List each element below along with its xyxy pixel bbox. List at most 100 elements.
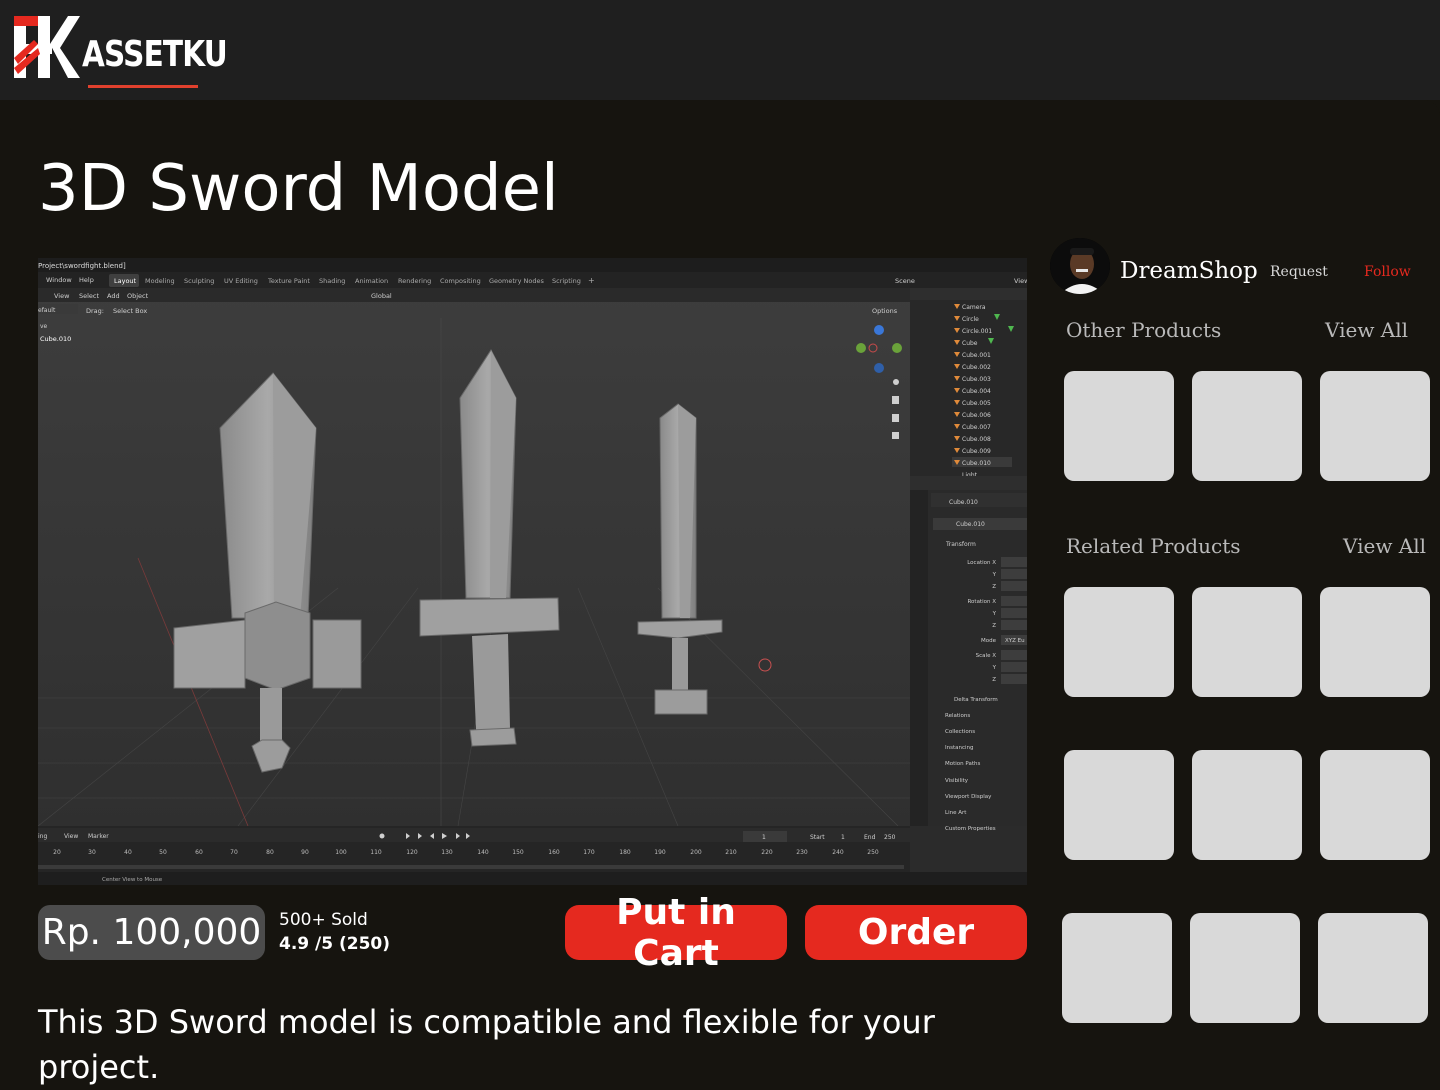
properties-object-name: Cube.010 [949, 499, 978, 506]
workspace-tab: Scripting [552, 277, 581, 285]
workspace-tab: Geometry Nodes [489, 277, 544, 285]
rotation-mode-value: XYZ Eu [1005, 638, 1025, 644]
related-products-view-all[interactable]: View All [1343, 534, 1426, 558]
product-card[interactable] [1320, 587, 1430, 697]
svg-text:Cube.009: Cube.009 [962, 448, 991, 455]
workspace-tab: UV Editing [224, 277, 258, 285]
timeline-menu: ing [38, 833, 47, 840]
blender-menu-help: Help [79, 276, 94, 284]
svg-text:240: 240 [832, 849, 844, 856]
transform-panel-header: Transform [945, 541, 976, 548]
product-card[interactable] [1064, 371, 1174, 481]
workspace-tab: Compositing [440, 277, 481, 285]
panel-header: Collections [945, 729, 975, 735]
svg-text:Z: Z [992, 584, 996, 590]
svg-text:Cube.002: Cube.002 [962, 364, 991, 371]
svg-text:Cube.001: Cube.001 [962, 352, 991, 359]
svg-text:40: 40 [124, 849, 132, 856]
frame-end-value: 250 [884, 834, 896, 841]
blender-menu-window: Window [46, 276, 72, 284]
svg-text:Cube.006: Cube.006 [962, 412, 991, 419]
svg-text:Z: Z [992, 677, 996, 683]
current-frame: 1 [762, 834, 766, 841]
svg-text:Cube.010: Cube.010 [962, 460, 991, 467]
svg-text:160: 160 [548, 849, 560, 856]
svg-text:200: 200 [690, 849, 702, 856]
put-in-cart-button[interactable]: Put in Cart [565, 892, 787, 974]
workspace-tab: Modeling [145, 277, 175, 285]
seller-name[interactable]: DreamShop [1120, 258, 1258, 284]
page-title: 3D Sword Model [38, 152, 559, 226]
workspace-tab: Layout [114, 277, 137, 285]
related-products-title: Related Products [1066, 534, 1241, 558]
product-card[interactable] [1064, 750, 1174, 860]
svg-text:70: 70 [230, 849, 238, 856]
product-card[interactable] [1062, 913, 1172, 1023]
product-card[interactable] [1192, 587, 1302, 697]
svg-text:190: 190 [654, 849, 666, 856]
svg-text:Cube.005: Cube.005 [962, 400, 991, 407]
brand-logo-icon [14, 16, 80, 78]
product-card[interactable] [1192, 371, 1302, 481]
svg-text:130: 130 [441, 849, 453, 856]
product-card[interactable] [1190, 913, 1300, 1023]
svg-text:Cube: Cube [962, 340, 978, 347]
interaction-mode: efault [38, 307, 56, 314]
panel-header: Motion Paths [945, 761, 980, 767]
panel-header: Instancing [945, 745, 974, 751]
svg-text:Rotation X: Rotation X [967, 599, 996, 605]
seller-avatar[interactable] [1050, 238, 1110, 294]
product-card[interactable] [1320, 750, 1430, 860]
product-card[interactable] [1064, 587, 1174, 697]
timeline-menu-marker: Marker [88, 833, 109, 840]
transform-orientation: Global [371, 292, 392, 300]
panel-header: Delta Transform [954, 697, 998, 703]
svg-text:110: 110 [370, 849, 382, 856]
workspace-tab: Rendering [398, 277, 431, 285]
product-preview-image[interactable]: Project\swordfight.blend] Window Help La… [38, 258, 1027, 885]
panel-header: Line Art [945, 810, 967, 816]
pan-icon [892, 396, 899, 404]
scene-selector: Scene [895, 277, 915, 285]
zoom-icon [893, 379, 899, 385]
drag-label: Drag: [86, 307, 104, 315]
panel-header: Custom Properties [945, 826, 996, 832]
rating-summary: 4.9 /5 (250) [279, 934, 391, 954]
svg-text:Camera: Camera [962, 304, 986, 311]
order-button[interactable]: Order [805, 905, 1027, 960]
camera-view-icon [892, 414, 899, 422]
svg-text:170: 170 [583, 849, 595, 856]
product-description: This 3D Sword model is compatible and fl… [38, 1003, 935, 1086]
brand-wordmark: ASSETKU [82, 34, 228, 75]
grid-view-icon [892, 432, 899, 439]
brand-logo[interactable]: ASSETKU [12, 14, 228, 88]
product-card[interactable] [1318, 913, 1428, 1023]
svg-text:Cube.008: Cube.008 [962, 436, 991, 443]
svg-text:Mode: Mode [981, 638, 997, 644]
svg-text:30: 30 [88, 849, 96, 856]
panel-header: Visibility [945, 778, 969, 784]
follow-button[interactable]: Follow [1364, 264, 1411, 280]
other-products-view-all[interactable]: View All [1325, 318, 1408, 342]
workspace-tab: Shading [319, 277, 345, 285]
viewport-menu-object: Object [127, 292, 149, 300]
options-menu: Options [872, 307, 898, 315]
svg-text:50: 50 [159, 849, 167, 856]
svg-text:100: 100 [335, 849, 347, 856]
brand-underline [88, 85, 198, 88]
svg-text:230: 230 [796, 849, 808, 856]
timeline-menu-view: View [64, 833, 78, 840]
svg-text:150: 150 [512, 849, 524, 856]
product-card[interactable] [1320, 371, 1430, 481]
svg-text:80: 80 [266, 849, 274, 856]
request-link[interactable]: Request [1270, 264, 1328, 280]
frame-start-label: Start [810, 834, 825, 841]
product-card[interactable] [1192, 750, 1302, 860]
svg-text:Cube.004: Cube.004 [962, 388, 991, 395]
status-hint: Center View to Mouse [102, 877, 163, 883]
workspace-tab: Animation [355, 277, 388, 285]
workspace-tab: Sculpting [184, 277, 214, 285]
svg-text:Cube.007: Cube.007 [962, 424, 991, 431]
svg-text:ve: ve [40, 323, 48, 330]
outliner-item[interactable]: Cube.010 [952, 457, 1012, 467]
